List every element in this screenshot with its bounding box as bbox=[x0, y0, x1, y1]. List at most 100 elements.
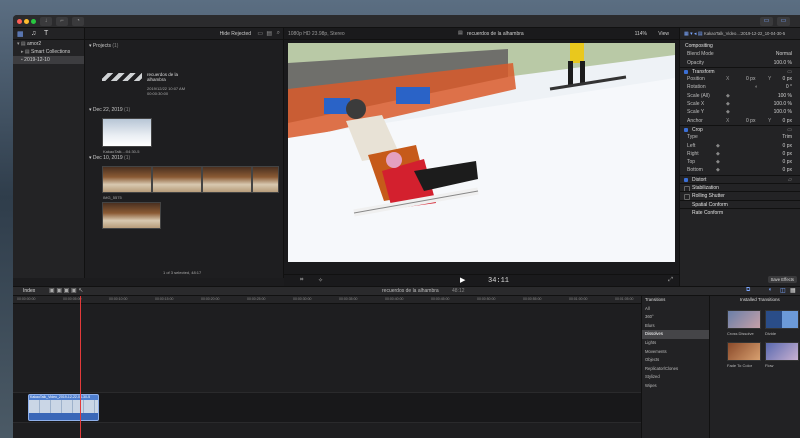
library-item[interactable]: ▾ ▤ amor2 bbox=[13, 40, 84, 48]
transition-category[interactable]: Blurs bbox=[642, 322, 709, 331]
rolling-shutter-checkbox[interactable]: Rolling Shutter bbox=[680, 191, 800, 201]
filter-popup[interactable]: Hide Rejected bbox=[220, 31, 251, 37]
clip-filmstrip-1[interactable] bbox=[102, 166, 152, 193]
transition-category[interactable]: Dissolves bbox=[642, 330, 709, 339]
scale-y-field[interactable]: 100.0 % bbox=[774, 108, 792, 116]
anchor-x-field[interactable]: 0 px bbox=[746, 117, 755, 125]
blend-mode-popup[interactable]: Normal bbox=[776, 50, 792, 58]
titles-icon[interactable]: T bbox=[44, 30, 48, 37]
projects-section-header[interactable]: ▾ Projects (1) bbox=[85, 42, 283, 50]
position-y-field[interactable]: 0 px bbox=[783, 75, 792, 83]
spatial-conform-header[interactable]: Spatial Conform bbox=[680, 199, 800, 208]
enhance-icon[interactable]: ✧ bbox=[318, 277, 323, 284]
audio-skimming-icon[interactable]: ◖ bbox=[768, 287, 772, 293]
crop-top-field[interactable]: 0 px bbox=[783, 158, 792, 166]
show-browser-toggle[interactable]: ▭ bbox=[760, 17, 773, 26]
libraries-icon[interactable]: ▦ bbox=[17, 30, 24, 38]
distort-header[interactable]: Distort ▱ bbox=[680, 174, 800, 183]
crop-left-field[interactable]: 0 px bbox=[783, 142, 792, 150]
transition-thumb-flow[interactable] bbox=[765, 342, 799, 361]
transition-category[interactable]: Movements bbox=[642, 348, 709, 357]
stabilization-checkbox[interactable]: Stabilization bbox=[680, 183, 800, 193]
effects-browser-icon[interactable]: ◫ bbox=[780, 287, 786, 294]
snowboard-scene bbox=[288, 43, 675, 262]
clip-thumbnail-snowboard[interactable] bbox=[102, 118, 152, 147]
anchor-row: Anchor X 0 px Y 0 px bbox=[687, 117, 792, 125]
slider-knob-icon[interactable]: ◆ bbox=[726, 108, 730, 116]
clip-appearance-icon[interactable]: ▭ bbox=[257, 30, 263, 37]
crop-header[interactable]: Crop ▭ bbox=[680, 124, 800, 133]
transition-category[interactable]: Objects bbox=[642, 356, 709, 365]
slider-knob-icon[interactable]: ◆ bbox=[726, 100, 730, 108]
clip-filmstrip-3[interactable] bbox=[202, 166, 252, 193]
transform-tool-icon[interactable]: ⌗ bbox=[300, 277, 303, 284]
connect-clip-icon[interactable]: ▣ ▣ ▣ ▣ ↖ bbox=[49, 287, 83, 294]
date-section-header[interactable]: ▾ Dec 10, 2019 (1) bbox=[85, 154, 130, 162]
slider-knob-icon[interactable]: ◆ bbox=[726, 92, 730, 100]
crop-top-row: Top ◆ 0 px bbox=[687, 158, 792, 166]
timeline[interactable]: 00:00:00:00 00:00:05:00 00:00:10:00 00:00:1… bbox=[13, 296, 641, 438]
smart-collections-item[interactable]: ▸ ▤ Smart Collections bbox=[13, 48, 84, 56]
rotation-dial-icon[interactable]: ◐ bbox=[755, 83, 758, 91]
crop-right-field[interactable]: 0 px bbox=[783, 150, 792, 158]
project-thumbnail[interactable] bbox=[102, 73, 142, 81]
scale-all-field[interactable]: 100 % bbox=[778, 92, 792, 100]
search-icon[interactable]: ⌕ bbox=[277, 30, 280, 37]
transition-category[interactable]: Replicator/Clones bbox=[642, 365, 709, 374]
transition-category[interactable]: Wipes bbox=[642, 382, 709, 391]
rate-conform-header[interactable]: Rate Conform bbox=[680, 207, 800, 216]
fullscreen-icon[interactable]: ⤢ bbox=[668, 277, 673, 284]
photos-icon[interactable]: ♫ bbox=[31, 30, 36, 37]
view-popup[interactable]: View bbox=[658, 31, 669, 37]
download-icon: ↓ bbox=[44, 18, 48, 24]
zoom-popup[interactable]: 114% bbox=[635, 31, 647, 37]
import-button[interactable]: ↓ bbox=[40, 17, 52, 26]
clip-filmstrip-4[interactable] bbox=[252, 166, 279, 193]
transform-header[interactable]: Transform ▭ bbox=[680, 66, 800, 75]
save-effects-button[interactable]: Save Effects bbox=[767, 276, 797, 283]
rotation-field[interactable]: 0 ° bbox=[786, 83, 792, 91]
crop-type-popup[interactable]: Trim bbox=[782, 133, 792, 141]
transition-thumb-fade-to-color[interactable] bbox=[727, 342, 761, 361]
transition-thumb-cross-dissolve[interactable] bbox=[727, 310, 761, 329]
ruler-tick-label: 00:01:05:00 bbox=[615, 297, 634, 301]
show-timeline-toggle[interactable]: ▭ bbox=[777, 17, 790, 26]
opacity-field[interactable]: 100.0 % bbox=[774, 59, 792, 67]
close-window-button[interactable] bbox=[17, 19, 22, 24]
rotation-row: Rotation ◐ 0 ° bbox=[687, 83, 792, 91]
video-frame[interactable] bbox=[288, 43, 675, 262]
ruler-tick-label: 00:00:10:00 bbox=[109, 297, 128, 301]
index-button[interactable]: Index bbox=[23, 288, 35, 294]
clip-filmstrip-5[interactable] bbox=[102, 202, 161, 229]
clip-filmstrip-2[interactable] bbox=[152, 166, 202, 193]
crop-bottom-field[interactable]: 0 px bbox=[783, 166, 792, 174]
position-x-field[interactable]: 0 px bbox=[746, 75, 755, 83]
skimming-icon[interactable]: ⧉ bbox=[746, 287, 750, 294]
anchor-y-field[interactable]: 0 px bbox=[783, 117, 792, 125]
transition-category[interactable]: All bbox=[642, 305, 709, 314]
minimize-window-button[interactable] bbox=[24, 19, 29, 24]
background-tasks-button[interactable]: ◔ bbox=[72, 17, 84, 26]
video-inspector-icon[interactable]: ▦ ▾ ◂ ▤ bbox=[684, 31, 704, 37]
date-section-header[interactable]: ▾ Dec 22, 2019 (1) bbox=[85, 106, 130, 114]
play-button[interactable]: ▶ bbox=[460, 276, 465, 284]
filmstrip-icon[interactable]: ▤ bbox=[266, 30, 272, 37]
slider-knob-icon[interactable]: ◆ bbox=[716, 166, 720, 174]
keywords-button[interactable]: ⌐ bbox=[56, 17, 68, 26]
zoom-window-button[interactable] bbox=[31, 19, 36, 24]
transitions-browser-icon[interactable]: ▦ bbox=[790, 287, 796, 294]
crop-type-row: Type Trim bbox=[687, 133, 792, 141]
slider-knob-icon[interactable]: ◆ bbox=[716, 158, 720, 166]
transition-category[interactable]: 360° bbox=[642, 313, 709, 322]
installed-transitions-popup[interactable]: Installed Transitions bbox=[740, 297, 780, 302]
timeline-clip[interactable]: KakaoTalk_Video_2019-12-22-04-30-5 bbox=[28, 394, 99, 421]
transition-thumb-divide[interactable] bbox=[765, 310, 799, 329]
event-item-2019-12-10[interactable]: ▪ 2019-12-10 bbox=[13, 56, 84, 64]
slider-knob-icon[interactable]: ◆ bbox=[716, 150, 720, 158]
timeline-ruler[interactable]: 00:00:00:00 00:00:05:00 00:00:10:00 00:00:1… bbox=[13, 296, 641, 304]
transition-category[interactable]: Stylized bbox=[642, 373, 709, 382]
scale-x-field[interactable]: 100.0 % bbox=[774, 100, 792, 108]
transition-category[interactable]: Lights bbox=[642, 339, 709, 348]
slider-knob-icon[interactable]: ◆ bbox=[716, 142, 720, 150]
playhead[interactable] bbox=[80, 296, 81, 438]
